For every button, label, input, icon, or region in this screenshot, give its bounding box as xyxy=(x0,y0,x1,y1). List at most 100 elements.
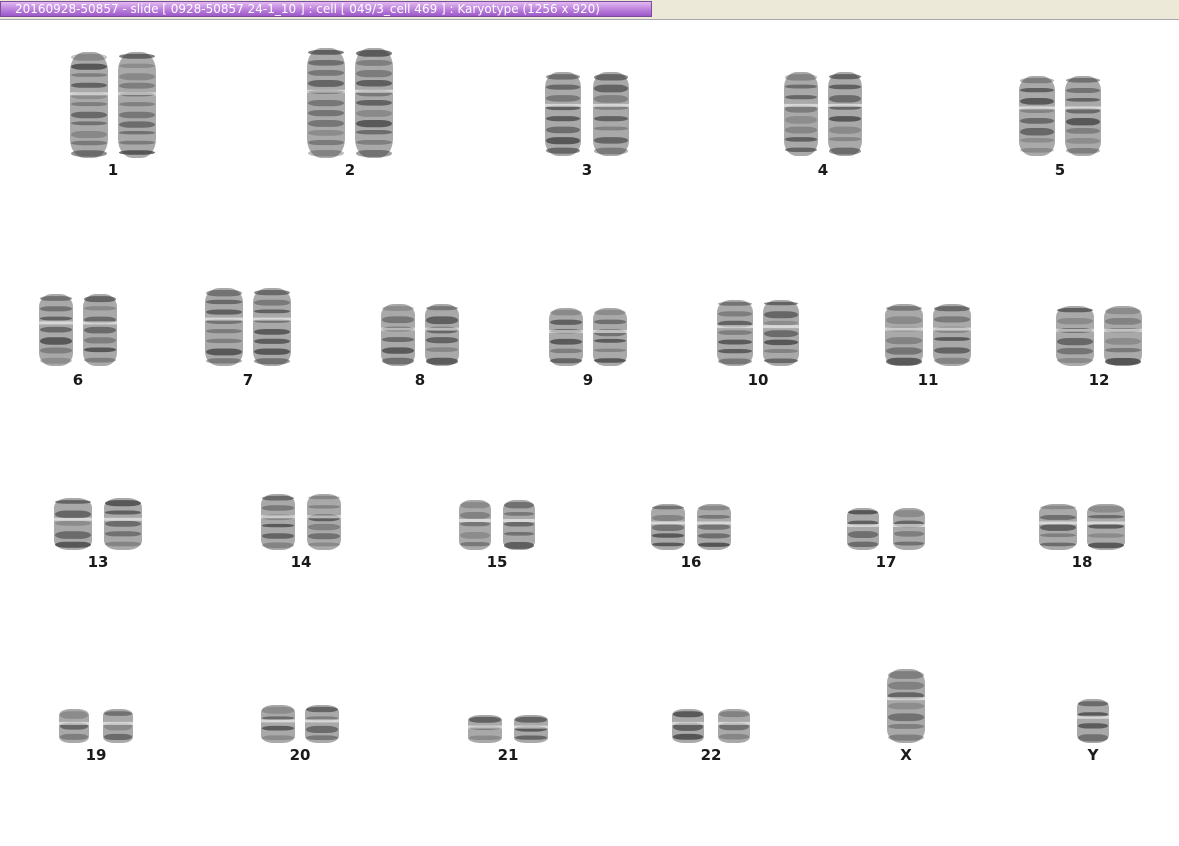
chromosome-pair-graphic xyxy=(260,494,342,550)
chromosome-label: X xyxy=(900,746,912,764)
chromosome-label: 20 xyxy=(289,746,311,764)
chromosome-image xyxy=(260,494,296,550)
chromosome-pair-3[interactable] xyxy=(544,72,630,156)
chromosome-pair-13[interactable] xyxy=(53,498,143,550)
chromosome-pair-6[interactable] xyxy=(38,294,118,366)
chromosome-image xyxy=(671,709,705,743)
chromosome-label: 17 xyxy=(875,553,897,571)
chromosome-pair-11[interactable] xyxy=(884,304,972,366)
chromosome-label: 21 xyxy=(497,746,519,764)
chromosome-label: 15 xyxy=(486,553,508,571)
chromosome-label: 6 xyxy=(72,371,84,389)
chromosome-pair-10[interactable] xyxy=(716,300,800,366)
chromosome-label: 1 xyxy=(107,161,119,179)
chromosome-image xyxy=(58,709,90,743)
chromosome-pair-17[interactable] xyxy=(846,508,926,550)
chromosome-image xyxy=(892,508,926,550)
chromosome-label: 14 xyxy=(290,553,312,571)
chromosome-pair-graphic xyxy=(544,72,630,156)
chromosome-pair-graphic xyxy=(846,508,926,550)
chromosome-label: 5 xyxy=(1054,161,1066,179)
karyogram-area: 1 2 3 4 5 6 7 8 9 10 11 12 13 14 15 16 17 18 19 20 21 22 X Y xyxy=(0,20,1179,846)
chromosome-image xyxy=(380,304,416,366)
chromosome-pair-graphic xyxy=(671,709,751,743)
window-title-tab[interactable]: 20160928-50857 - slide [ 0928-50857 24-1… xyxy=(0,1,652,17)
chromosome-image xyxy=(204,288,244,366)
chromosome-image xyxy=(1018,76,1056,156)
chromosome-pair-7[interactable] xyxy=(204,288,292,366)
chromosome-label: 9 xyxy=(582,371,594,389)
chromosome-pair-9[interactable] xyxy=(548,308,628,366)
chromosome-image xyxy=(260,705,296,743)
chromosome-image xyxy=(69,52,109,158)
chromosome-pair-15[interactable] xyxy=(458,500,536,550)
chromosome-image xyxy=(1086,504,1126,550)
chromosome-image xyxy=(306,494,342,550)
chromosome-label: 4 xyxy=(817,161,829,179)
chromosome-image xyxy=(117,52,157,158)
chromosome-pair-y[interactable] xyxy=(1076,699,1110,743)
chromosome-pair-graphic xyxy=(467,715,549,743)
chromosome-label: 7 xyxy=(242,371,254,389)
chromosome-pair-4[interactable] xyxy=(783,72,863,156)
chromosome-pair-x[interactable] xyxy=(886,669,926,743)
chromosome-pair-18[interactable] xyxy=(1038,504,1126,550)
chromosome-label: 22 xyxy=(700,746,722,764)
chromosome-pair-graphic xyxy=(58,709,134,743)
chromosome-label: Y xyxy=(1087,746,1099,764)
chromosome-label: 16 xyxy=(680,553,702,571)
chromosome-image xyxy=(650,504,686,550)
chromosome-pair-5[interactable] xyxy=(1018,76,1102,156)
chromosome-pair-graphic xyxy=(38,294,118,366)
chromosome-label: 11 xyxy=(917,371,939,389)
chromosome-pair-graphic xyxy=(886,669,926,743)
chromosome-image xyxy=(827,72,863,156)
chromosome-image xyxy=(592,308,628,366)
chromosome-label: 13 xyxy=(87,553,109,571)
chromosome-image xyxy=(1076,699,1110,743)
chromosome-pair-graphic xyxy=(1076,699,1110,743)
chromosome-pair-8[interactable] xyxy=(380,304,460,366)
chromosome-label: 18 xyxy=(1071,553,1093,571)
chromosome-pair-20[interactable] xyxy=(260,705,340,743)
chromosome-image xyxy=(886,669,926,743)
chromosome-pair-graphic xyxy=(650,504,732,550)
chromosome-pair-22[interactable] xyxy=(671,709,751,743)
chromosome-image xyxy=(544,72,582,156)
window-title-bar: 20160928-50857 - slide [ 0928-50857 24-1… xyxy=(0,0,1179,20)
chromosome-pair-14[interactable] xyxy=(260,494,342,550)
chromosome-image xyxy=(548,308,584,366)
chromosome-image xyxy=(1055,306,1095,366)
chromosome-image xyxy=(38,294,74,366)
chromosome-image xyxy=(102,709,134,743)
chromosome-image xyxy=(252,288,292,366)
chromosome-pair-2[interactable] xyxy=(306,48,394,158)
chromosome-image xyxy=(932,304,972,366)
chromosome-image xyxy=(82,294,118,366)
chromosome-pair-graphic xyxy=(260,705,340,743)
chromosome-pair-graphic xyxy=(716,300,800,366)
chromosome-pair-graphic xyxy=(306,48,394,158)
chromosome-pair-1[interactable] xyxy=(69,52,157,158)
chromosome-image xyxy=(53,498,93,550)
chromosome-label: 3 xyxy=(581,161,593,179)
chromosome-pair-19[interactable] xyxy=(58,709,134,743)
chromosome-image xyxy=(354,48,394,158)
chromosome-pair-12[interactable] xyxy=(1055,306,1143,366)
chromosome-label: 8 xyxy=(414,371,426,389)
chromosome-image xyxy=(1064,76,1102,156)
chromosome-pair-graphic xyxy=(548,308,628,366)
chromosome-pair-graphic xyxy=(783,72,863,156)
chromosome-image xyxy=(592,72,630,156)
chromosome-image xyxy=(717,709,751,743)
chromosome-pair-graphic xyxy=(380,304,460,366)
chromosome-image xyxy=(424,304,460,366)
chromosome-pair-16[interactable] xyxy=(650,504,732,550)
chromosome-image xyxy=(502,500,536,550)
chromosome-image xyxy=(762,300,800,366)
chromosome-image xyxy=(846,508,880,550)
chromosome-pair-21[interactable] xyxy=(467,715,549,743)
chromosome-pair-graphic xyxy=(1018,76,1102,156)
chromosome-image xyxy=(783,72,819,156)
chromosome-image xyxy=(513,715,549,743)
